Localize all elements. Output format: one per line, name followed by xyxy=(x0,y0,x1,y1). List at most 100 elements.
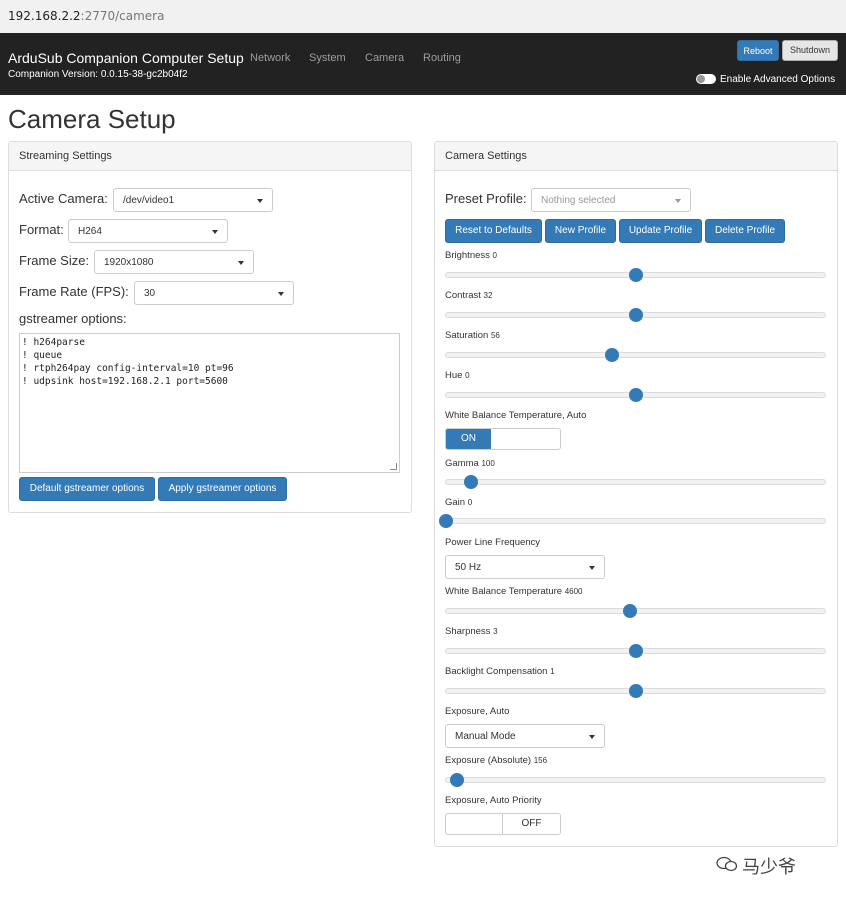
browser-url-bar[interactable]: 192.168.2.2:2770/camera xyxy=(0,0,846,34)
slider-handle[interactable] xyxy=(628,268,643,282)
exposure-auto-value: Manual Mode xyxy=(455,731,516,742)
slider-handle[interactable] xyxy=(628,644,643,658)
reset-defaults-button[interactable]: Reset to Defaults xyxy=(445,219,542,243)
toggle-thumb xyxy=(697,75,705,83)
gst-line: ! queue xyxy=(22,350,63,361)
gstreamer-options-label: gstreamer options: xyxy=(19,311,127,326)
slider-label-text: Backlight Compensation xyxy=(445,666,548,677)
hue-slider[interactable] xyxy=(445,388,826,402)
wb-temperature-slider[interactable] xyxy=(445,604,826,618)
brightness-slider[interactable] xyxy=(445,268,826,282)
format-select[interactable]: H264 xyxy=(68,219,228,243)
slider-value-text: 100 xyxy=(481,459,495,468)
slider-value-text: 0 xyxy=(467,498,473,507)
power-line-select[interactable]: 50 Hz xyxy=(445,555,605,579)
switch-off-label: OFF xyxy=(502,814,560,834)
app-brand[interactable]: ArduSub Companion Computer Setup xyxy=(8,50,244,66)
wb-temperature-label: White Balance Temperature 4600 xyxy=(445,586,583,597)
saturation-slider[interactable] xyxy=(445,348,826,362)
exposure-auto-label: Exposure, Auto xyxy=(445,706,510,717)
frame-size-value: 1920x1080 xyxy=(104,257,154,268)
wechat-icon xyxy=(716,856,738,872)
resize-handle-icon[interactable] xyxy=(390,463,397,470)
exposure-priority-label: Exposure, Auto Priority xyxy=(445,795,542,806)
exposure-auto-select[interactable]: Manual Mode xyxy=(445,724,605,748)
slider-value-text: 0 xyxy=(465,371,470,380)
slider-label-text: Saturation xyxy=(445,330,489,341)
backlight-label: Backlight Compensation 1 xyxy=(445,666,555,677)
frame-rate-label: Frame Rate (FPS): xyxy=(19,284,129,299)
chevron-down-icon xyxy=(257,199,263,203)
advanced-options-toggle[interactable] xyxy=(696,74,716,84)
slider-label-text: Exposure (Absolute) xyxy=(445,755,532,766)
contrast-slider[interactable] xyxy=(445,308,826,322)
slider-value-text: 32 xyxy=(483,291,493,300)
default-gstreamer-button[interactable]: Default gstreamer options xyxy=(19,477,155,501)
slider-label-text: Hue xyxy=(445,370,463,381)
slider-handle[interactable] xyxy=(628,308,643,322)
gstreamer-options-textarea[interactable]: ! h264parse ! queue ! rtph264pay config-… xyxy=(19,333,400,473)
slider-handle[interactable] xyxy=(628,684,643,698)
gst-line: ! rtph264pay config-interval=10 pt=96 xyxy=(22,363,234,374)
slider-value-text: 156 xyxy=(533,756,548,765)
url-path: :2770/camera xyxy=(80,9,165,23)
slider-label-text: Sharpness xyxy=(445,626,491,637)
gst-line: ! udpsink host=192.168.2.1 port=5600 xyxy=(22,376,228,387)
slider-handle[interactable] xyxy=(439,514,453,528)
nav-camera[interactable]: Camera xyxy=(365,52,404,64)
gain-label: Gain 0 xyxy=(445,497,472,508)
frame-size-select[interactable]: 1920x1080 xyxy=(94,250,254,274)
switch-thumb xyxy=(491,429,559,449)
exposure-absolute-slider[interactable] xyxy=(445,773,826,787)
gst-line: ! h264parse xyxy=(22,337,85,348)
watermark-text: 马少爷 xyxy=(742,857,796,877)
shutdown-button[interactable]: Shutdown xyxy=(782,40,838,61)
exposure-priority-switch[interactable]: OFF xyxy=(445,813,561,835)
format-value: H264 xyxy=(78,226,102,237)
update-profile-button[interactable]: Update Profile xyxy=(619,219,702,243)
nav-routing[interactable]: Routing xyxy=(423,52,461,64)
streaming-heading-text: Streaming Settings xyxy=(19,150,112,162)
wb-auto-switch[interactable]: ON xyxy=(445,428,561,450)
backlight-slider[interactable] xyxy=(445,684,826,698)
hue-label: Hue 0 xyxy=(445,370,470,381)
gamma-slider[interactable] xyxy=(445,475,826,489)
wb-auto-label: White Balance Temperature, Auto xyxy=(445,410,587,421)
slider-label-text: White Balance Temperature xyxy=(445,586,563,597)
nav-system[interactable]: System xyxy=(309,52,346,64)
slider-label-text: Brightness xyxy=(445,250,490,261)
slider-handle[interactable] xyxy=(628,388,643,402)
companion-version: Companion Version: 0.0.15-38-gc2b04f2 xyxy=(8,69,188,80)
frame-rate-select[interactable]: 30 xyxy=(134,281,294,305)
frame-rate-value: 30 xyxy=(144,288,156,299)
slider-handle[interactable] xyxy=(464,475,478,489)
chevron-down-icon xyxy=(278,292,284,296)
slider-label-text: Gamma xyxy=(445,458,479,469)
slider-handle[interactable] xyxy=(605,348,619,362)
preset-profile-select[interactable]: Nothing selected xyxy=(531,188,691,212)
chevron-down-icon xyxy=(589,735,595,739)
saturation-label: Saturation 56 xyxy=(445,330,500,341)
gamma-label: Gamma 100 xyxy=(445,458,495,469)
gain-slider[interactable] xyxy=(439,514,826,528)
new-profile-button[interactable]: New Profile xyxy=(545,219,616,243)
contrast-label: Contrast 32 xyxy=(445,290,492,301)
page-title: Camera Setup xyxy=(8,104,176,134)
chevron-down-icon xyxy=(675,199,681,203)
nav-network[interactable]: Network xyxy=(250,52,290,64)
sharpness-slider[interactable] xyxy=(445,644,826,658)
reboot-button[interactable]: Reboot xyxy=(737,40,779,61)
frame-size-label: Frame Size: xyxy=(19,253,90,268)
power-line-label: Power Line Frequency xyxy=(445,537,541,548)
slider-value-text: 3 xyxy=(493,627,498,636)
apply-gstreamer-button[interactable]: Apply gstreamer options xyxy=(158,477,287,501)
format-label: Format: xyxy=(19,222,64,237)
slider-value-text: 0 xyxy=(492,251,497,260)
url-text[interactable]: 192.168.2.2:2770/camera xyxy=(8,9,164,23)
delete-profile-button[interactable]: Delete Profile xyxy=(705,219,785,243)
active-camera-select[interactable]: /dev/video1 xyxy=(113,188,273,212)
sharpness-label: Sharpness 3 xyxy=(445,626,498,637)
slider-label-text: Contrast xyxy=(445,290,481,301)
switch-on-label: ON xyxy=(446,429,491,449)
active-camera-label: Active Camera: xyxy=(19,191,108,206)
